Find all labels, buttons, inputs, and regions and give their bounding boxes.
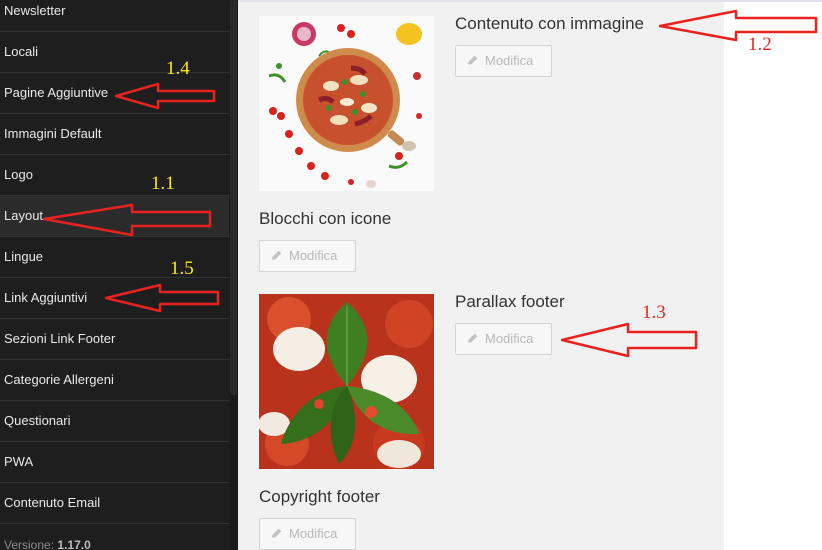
- arrow-contenuto-con-immagine: [658, 9, 818, 42]
- annotation-arrows: [42, 9, 818, 358]
- arrow-pagine-aggiuntive: [114, 82, 216, 110]
- arrow-link-aggiuntivi: [104, 283, 220, 313]
- arrow-layout: [42, 203, 212, 237]
- annotation-1-3: 1.3: [642, 302, 666, 323]
- annotation-1-4: 1.4: [166, 58, 190, 79]
- annotation-1-2: 1.2: [748, 34, 772, 55]
- arrow-parallax-footer: [560, 322, 698, 358]
- annotation-1-1: 1.1: [151, 173, 175, 194]
- annotation-1-5: 1.5: [170, 258, 194, 279]
